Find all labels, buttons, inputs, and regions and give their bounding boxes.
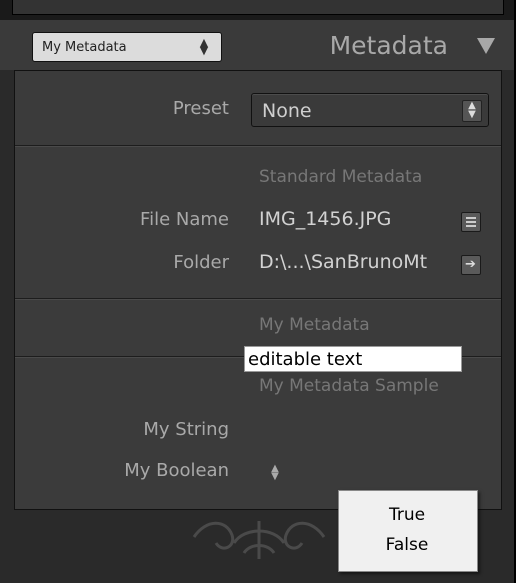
- panel-title[interactable]: Metadata: [330, 31, 448, 60]
- boolean-popup-stepper-icon[interactable]: ▲ ▼: [269, 464, 281, 482]
- go-to-folder-button[interactable]: ➔: [461, 255, 481, 275]
- top-strip: [0, 0, 514, 21]
- file-name-label: File Name: [140, 209, 229, 230]
- menu-item-false[interactable]: False: [339, 530, 475, 560]
- my-string-label: My String: [143, 419, 229, 440]
- file-name-value[interactable]: IMG_1456.JPG: [259, 208, 391, 230]
- metadata-set-dropdown[interactable]: My Metadata ▲ ▼: [32, 32, 222, 62]
- ornament-icon: [192, 521, 326, 559]
- collapse-triangle-icon[interactable]: [477, 38, 495, 54]
- up-down-stepper-icon: ▲ ▼: [199, 36, 209, 57]
- preset-value: None: [262, 100, 312, 122]
- divider: [15, 146, 501, 147]
- list-icon: [466, 217, 476, 227]
- file-name-list-button[interactable]: [461, 212, 481, 232]
- folder-value[interactable]: D:\...\SanBrunoMt: [259, 251, 427, 273]
- preset-label: Preset: [172, 98, 229, 119]
- up-down-stepper-icon: ▲ ▼: [462, 100, 482, 122]
- arrow-right-icon: ➔: [465, 257, 476, 272]
- preset-select[interactable]: None ▲ ▼: [251, 93, 489, 127]
- standard-metadata-title: Standard Metadata: [259, 167, 423, 187]
- previous-panel-edge: [12, 0, 504, 15]
- folder-label: Folder: [173, 252, 229, 273]
- my-string-input[interactable]: [244, 346, 462, 372]
- my-boolean-label: My Boolean: [124, 460, 229, 481]
- divider: [15, 299, 501, 300]
- metadata-panel-frame: My Metadata ▲ ▼ Metadata Preset None ▲ ▼ S…: [0, 0, 516, 583]
- metadata-set-label: My Metadata: [42, 40, 127, 55]
- menu-item-true[interactable]: True: [339, 500, 475, 530]
- metadata-sample-title: My Metadata Sample: [259, 376, 439, 396]
- boolean-popup-menu[interactable]: True False: [338, 490, 478, 572]
- metadata-body: Preset None ▲ ▼ Standard Metadata File Na…: [14, 70, 502, 510]
- my-metadata-title: My Metadata: [259, 315, 370, 335]
